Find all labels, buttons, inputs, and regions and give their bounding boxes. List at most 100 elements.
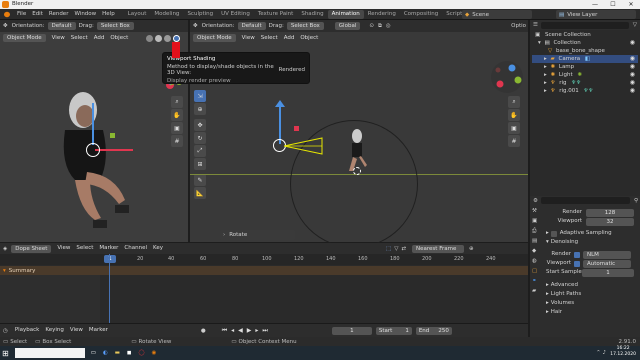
transform-tool-icon[interactable]: ⊞ [194,158,206,170]
select-tool-icon[interactable]: ⇲ [194,90,206,102]
solid-shading-icon[interactable] [155,35,162,42]
menu-window[interactable]: Window [71,9,99,20]
main-orientation-dropdown[interactable]: Default [237,22,266,30]
render-tab-icon[interactable]: ▣ [532,218,542,228]
tab-rendering[interactable]: Rendering [364,10,400,19]
menu-file[interactable]: File [14,9,29,20]
dope-sheet-editor[interactable]: ◈ Dope Sheet View Select Marker Channel … [0,243,528,323]
outliner-item-lamp[interactable]: ▸ ✺ Lamp ◉ [532,63,638,71]
last-operator-panel[interactable]: › Rotate [220,230,295,240]
jump-end-icon[interactable]: ⏭ [262,327,267,335]
zoom-icon[interactable]: ⌕ [171,96,183,108]
properties-search-input[interactable] [540,197,630,204]
tab-compositing[interactable]: Compositing [400,10,442,19]
x-axis-arrow[interactable] [95,149,133,151]
z-axis-arrow[interactable] [92,103,94,145]
character-model[interactable] [45,80,145,240]
main-select-box-dropdown[interactable]: Select Box [286,22,324,30]
camera-view-icon[interactable]: ▣ [171,122,183,134]
summary-collapse-icon[interactable]: ▾ [3,268,6,274]
store-icon[interactable]: ◼ [127,350,132,356]
collection-row[interactable]: ▾ ▤ Collection ◉ [532,39,638,47]
blender-taskbar-icon[interactable]: ◉ [152,350,157,356]
denoise-render-dropdown[interactable]: NLM [583,250,631,259]
pivot-icon[interactable]: ⊙ [369,23,374,29]
camera-object[interactable] [284,134,324,158]
pin-icon[interactable]: ⚲ [634,198,638,204]
timeline-editor-icon[interactable]: ◷ [3,328,8,334]
denoise-viewport-checkbox[interactable] [574,260,580,267]
left-select-box-dropdown[interactable]: Select Box [96,22,134,30]
main-menu-view[interactable]: View [239,32,258,44]
main-camera-icon[interactable]: ▣ [508,122,520,134]
expand-icon[interactable]: ▸ [544,88,547,94]
advanced-section[interactable]: ▸ Advanced [546,281,638,290]
tab-layout[interactable]: Layout [124,10,151,19]
view-layer-tab-icon[interactable]: ▤ [532,238,542,248]
volumes-section[interactable]: ▸ Volumes [546,299,638,308]
denoising-row[interactable]: ▾ Denoising [546,238,638,247]
jump-start-icon[interactable]: ⏮ [222,327,227,335]
dope-sheet-mode-dropdown[interactable]: Dope Sheet [11,244,52,253]
maximize-button[interactable]: ☐ [604,0,622,9]
pan-hand-icon[interactable]: ✋ [171,109,183,121]
hair-section[interactable]: ▸ Hair [546,308,638,317]
filter-icon[interactable]: ▽ [394,246,398,252]
wireframe-shading-icon[interactable] [146,35,153,42]
main-pan-icon[interactable]: ✋ [508,109,520,121]
close-button[interactable]: ✕ [622,0,640,9]
global-transform-dropdown[interactable]: Global [334,22,361,30]
expand-icon[interactable]: ▸ [544,56,547,62]
move-tool-icon[interactable]: ✥ [194,119,206,131]
expand-icon[interactable]: ▸ [544,64,547,70]
rotate-tool-icon[interactable]: ↻ [194,132,206,144]
main-menu-object[interactable]: Object [297,32,321,44]
only-selected-icon[interactable]: ⬚ [386,246,391,252]
main-object-mode-dropdown[interactable]: Object Mode [193,33,236,42]
outliner-item-rig001[interactable]: ▸ ♆ rig.001 ♆♆ ◉ [532,87,638,95]
scene-tab-icon[interactable]: ◆ [532,248,542,258]
next-key-icon[interactable]: ▸ [255,327,258,334]
proportional-icon[interactable]: ⊕ [469,246,474,252]
file-explorer-icon[interactable]: ▬ [115,350,120,356]
left-3d-viewport[interactable]: ✥ Orientation: Default Drag: Select Box … [0,20,188,242]
tab-uv-editing[interactable]: UV Editing [217,10,254,19]
camera-visibility-icon[interactable]: ◉ [630,55,635,63]
blender-menu-icon[interactable] [4,11,10,17]
tab-modeling[interactable]: Modeling [150,10,183,19]
left-menu-select[interactable]: Select [68,32,91,44]
prev-key-icon[interactable]: ◂ [231,327,234,334]
rendered-shading-icon[interactable] [173,35,180,42]
light-visibility-icon[interactable]: ◉ [630,71,635,79]
collection-visibility-icon[interactable]: ◉ [630,39,635,47]
summary-row[interactable]: ▾ Summary [0,266,528,275]
tl-menu-marker[interactable]: Marker [86,324,111,337]
denoise-viewport-dropdown[interactable]: Automatic [583,259,631,268]
start-sample-field[interactable]: 1 [582,268,634,277]
start-menu-icon[interactable]: ⊞ [2,349,9,358]
main-menu-select[interactable]: Select [258,32,281,44]
collection-expand-icon[interactable]: ▾ [538,40,541,46]
view-layer-selector[interactable]: ▤ View Layer [556,10,636,19]
measure-tool-icon[interactable]: 📐 [194,187,206,199]
menu-edit[interactable]: Edit [29,9,46,20]
left-menu-view[interactable]: View [49,32,68,44]
tab-animation[interactable]: Animation [327,10,364,19]
tl-menu-playback[interactable]: Playback [12,324,43,337]
tab-shading[interactable]: Shading [297,10,327,19]
current-frame-indicator[interactable]: 1 [104,255,116,263]
link-icon[interactable]: ⇄ [401,246,406,252]
x-plane-handle[interactable] [294,126,299,131]
snap-icon[interactable]: ⧉ [378,23,382,30]
tl-menu-keying[interactable]: Keying [42,324,66,337]
playhead-line[interactable] [109,254,110,323]
denoise-render-checkbox[interactable] [574,251,580,258]
main-zoom-icon[interactable]: ⌕ [508,96,520,108]
scale-tool-icon[interactable]: ⤢ [194,145,206,157]
ds-menu-key[interactable]: Key [150,243,166,254]
main-menu-add[interactable]: Add [281,32,298,44]
play-reverse-icon[interactable]: ◀ [238,327,243,334]
tl-menu-view[interactable]: View [67,324,86,337]
output-tab-icon[interactable]: ⎙ [532,228,542,238]
adaptive-sampling-row[interactable]: ▸ Adaptive Sampling [546,229,638,238]
